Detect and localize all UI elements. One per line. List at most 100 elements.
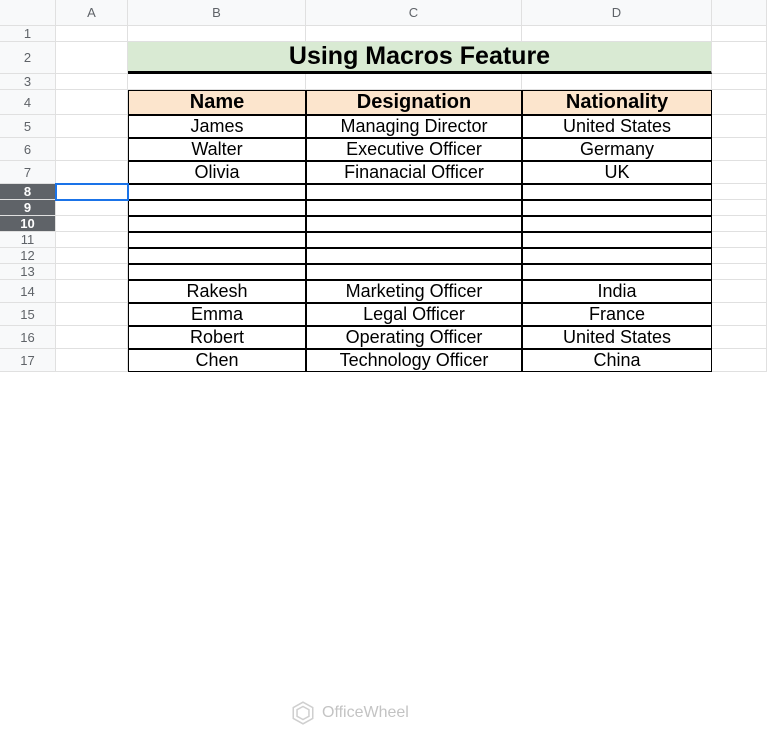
cell-d6[interactable]: Germany [522,138,712,161]
cell-a11[interactable] [56,232,128,248]
cell-c13[interactable] [306,264,522,280]
cell-b8[interactable] [128,184,306,200]
cell-a2[interactable] [56,42,128,74]
cell-e9[interactable] [712,200,767,216]
cell-a13[interactable] [56,264,128,280]
cell-e7[interactable] [712,161,767,184]
cell-b10[interactable] [128,216,306,232]
cell-b17[interactable]: Chen [128,349,306,372]
row-header-10[interactable]: 10 [0,216,56,232]
cell-a16[interactable] [56,326,128,349]
cell-e11[interactable] [712,232,767,248]
cell-b13[interactable] [128,264,306,280]
cell-d9[interactable] [522,200,712,216]
cell-d8[interactable] [522,184,712,200]
cell-e16[interactable] [712,326,767,349]
row-header-6[interactable]: 6 [0,138,56,161]
cell-b12[interactable] [128,248,306,264]
cell-c16[interactable]: Operating Officer [306,326,522,349]
cell-a12[interactable] [56,248,128,264]
cell-d14[interactable]: India [522,280,712,303]
cell-e12[interactable] [712,248,767,264]
col-header-c[interactable]: C [306,0,522,26]
cell-b14[interactable]: Rakesh [128,280,306,303]
cell-c1[interactable] [306,26,522,42]
cell-e5[interactable] [712,115,767,138]
row-header-16[interactable]: 16 [0,326,56,349]
row-header-15[interactable]: 15 [0,303,56,326]
cell-d3[interactable] [522,74,712,90]
cell-d16[interactable]: United States [522,326,712,349]
cell-b5[interactable]: James [128,115,306,138]
col-header-a[interactable]: A [56,0,128,26]
cell-a9[interactable] [56,200,128,216]
cell-b1[interactable] [128,26,306,42]
cell-b3[interactable] [128,74,306,90]
select-all-corner[interactable] [0,0,56,26]
row-header-4[interactable]: 4 [0,90,56,115]
cell-a10[interactable] [56,216,128,232]
cell-b15[interactable]: Emma [128,303,306,326]
cell-b7[interactable]: Olivia [128,161,306,184]
cell-b11[interactable] [128,232,306,248]
cell-e14[interactable] [712,280,767,303]
cell-a7[interactable] [56,161,128,184]
cell-e1[interactable] [712,26,767,42]
header-nationality[interactable]: Nationality [522,90,712,115]
cell-d12[interactable] [522,248,712,264]
col-header-b[interactable]: B [128,0,306,26]
row-header-11[interactable]: 11 [0,232,56,248]
col-header-d[interactable]: D [522,0,712,26]
cell-a1[interactable] [56,26,128,42]
cell-d10[interactable] [522,216,712,232]
row-header-14[interactable]: 14 [0,280,56,303]
row-header-2[interactable]: 2 [0,42,56,74]
header-name[interactable]: Name [128,90,306,115]
cell-e10[interactable] [712,216,767,232]
spreadsheet-grid[interactable]: A B C D 1 2 Using Macros Feature 3 4 Nam… [0,0,767,372]
cell-b16[interactable]: Robert [128,326,306,349]
cell-c8[interactable] [306,184,522,200]
col-header-extra[interactable] [712,0,767,26]
row-header-1[interactable]: 1 [0,26,56,42]
cell-e17[interactable] [712,349,767,372]
cell-e3[interactable] [712,74,767,90]
row-header-7[interactable]: 7 [0,161,56,184]
cell-d5[interactable]: United States [522,115,712,138]
cell-a5[interactable] [56,115,128,138]
cell-c6[interactable]: Executive Officer [306,138,522,161]
cell-b6[interactable]: Walter [128,138,306,161]
cell-d13[interactable] [522,264,712,280]
cell-c11[interactable] [306,232,522,248]
header-designation[interactable]: Designation [306,90,522,115]
cell-e6[interactable] [712,138,767,161]
cell-e15[interactable] [712,303,767,326]
cell-a8-active[interactable] [56,184,128,200]
cell-c3[interactable] [306,74,522,90]
row-header-13[interactable]: 13 [0,264,56,280]
cell-a3[interactable] [56,74,128,90]
cell-d17[interactable]: China [522,349,712,372]
cell-d15[interactable]: France [522,303,712,326]
cell-c17[interactable]: Technology Officer [306,349,522,372]
title-cell[interactable]: Using Macros Feature [128,42,712,74]
cell-e13[interactable] [712,264,767,280]
row-header-8[interactable]: 8 [0,184,56,200]
cell-e2[interactable] [712,42,767,74]
cell-e8[interactable] [712,184,767,200]
cell-a17[interactable] [56,349,128,372]
cell-a15[interactable] [56,303,128,326]
cell-d1[interactable] [522,26,712,42]
row-header-5[interactable]: 5 [0,115,56,138]
row-header-12[interactable]: 12 [0,248,56,264]
cell-c12[interactable] [306,248,522,264]
cell-c9[interactable] [306,200,522,216]
cell-e4[interactable] [712,90,767,115]
cell-c14[interactable]: Marketing Officer [306,280,522,303]
cell-d11[interactable] [522,232,712,248]
cell-a4[interactable] [56,90,128,115]
row-header-9[interactable]: 9 [0,200,56,216]
cell-a6[interactable] [56,138,128,161]
cell-b9[interactable] [128,200,306,216]
row-header-3[interactable]: 3 [0,74,56,90]
